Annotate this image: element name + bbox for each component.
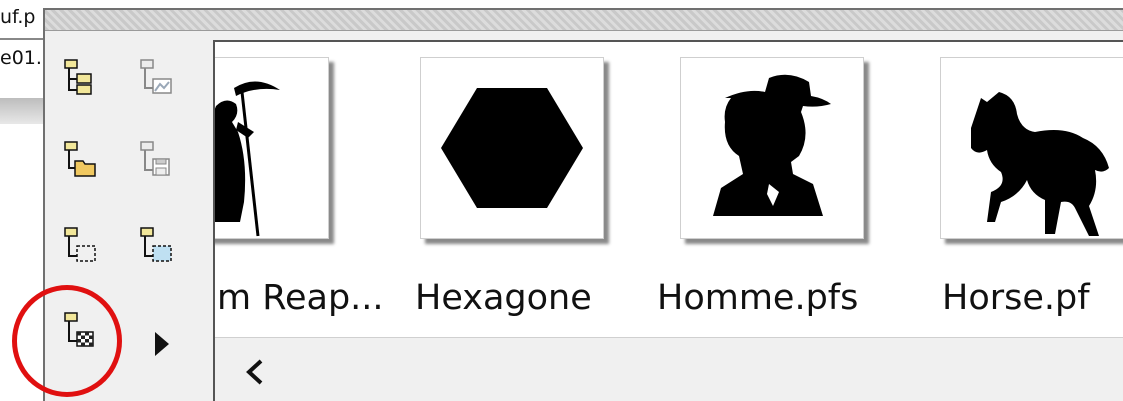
background-divider [0, 38, 48, 40]
horizontal-scrollbar[interactable] [215, 337, 1123, 401]
folder-tree-button[interactable] [57, 55, 101, 99]
expand-toolbar-button[interactable] [152, 324, 172, 364]
folder-save-icon [140, 141, 170, 176]
thumbnail-label: Homme.pfs [657, 278, 859, 318]
folder-open-button[interactable] [57, 137, 101, 181]
thumbnail-label: Horse.pf [942, 278, 1090, 318]
folder-selection-fill-button[interactable] [133, 223, 177, 267]
hexagon-image [441, 88, 583, 208]
background-file-name-2: e01. [0, 47, 42, 69]
man-with-hat-image [713, 74, 831, 216]
chevron-left-icon [246, 359, 263, 385]
folder-tree-icon [64, 59, 92, 95]
thumbnail-grim-reaper[interactable] [215, 57, 329, 239]
folder-selection-fill-icon [140, 227, 172, 262]
scroll-left-button[interactable] [235, 352, 275, 392]
folder-selection-button[interactable] [57, 223, 101, 267]
thumbnail-label: Hexagone [415, 278, 592, 318]
folder-selection-icon [64, 227, 96, 262]
background-file-name-1: uf.p [0, 6, 36, 28]
thumbnail-label: m Reap... [217, 278, 384, 318]
folder-image-button[interactable] [133, 55, 177, 99]
highlight-annotation-circle [12, 285, 122, 397]
grim-reaper-image [215, 81, 280, 237]
folder-open-icon [64, 141, 96, 177]
thumbnail-pane: m Reap... Hexagone Homme.pfs Horse.pf [213, 40, 1123, 401]
thumbnail-homme[interactable] [680, 57, 864, 239]
thumbnail-hexagone[interactable] [420, 57, 604, 239]
thumbnail-horse[interactable] [940, 57, 1123, 239]
horse-image [971, 92, 1109, 236]
folder-image-icon [140, 59, 172, 94]
popup-titlebar[interactable] [45, 10, 1123, 31]
folder-save-button[interactable] [133, 137, 177, 181]
triangle-right-icon [155, 332, 169, 356]
